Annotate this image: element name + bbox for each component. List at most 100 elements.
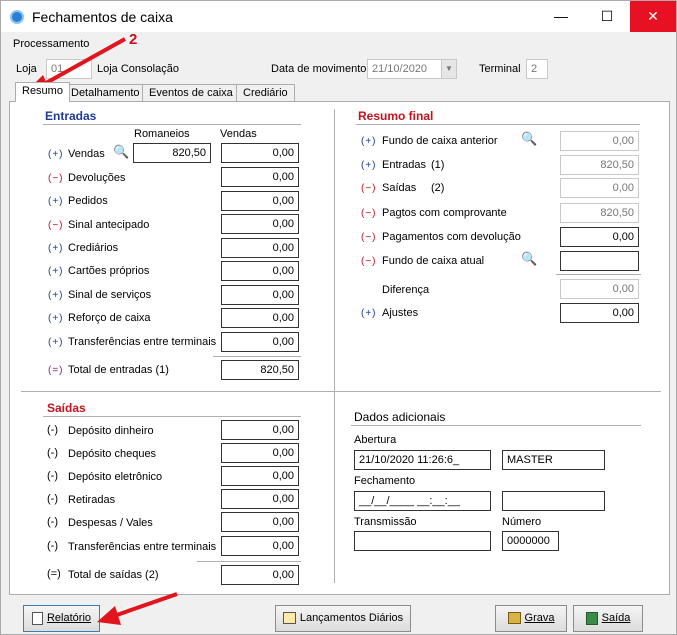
window-title: Fechamentos de caixa (32, 9, 173, 25)
saidas-field[interactable]: 0,00 (560, 178, 639, 198)
chevron-down-icon[interactable]: ▼ (441, 60, 456, 78)
diferenca-field[interactable]: 0,00 (560, 279, 639, 299)
transferencias-saida-field[interactable]: 0,00 (221, 536, 299, 556)
despesas-field[interactable]: 0,00 (221, 512, 299, 532)
label-crediarios: Crediários (68, 242, 119, 254)
lancamentos-label: Lançamentos Diários (299, 612, 404, 624)
sign-deposito-dinheiro: (-) (47, 424, 58, 436)
label-retiradas: Retiradas (68, 494, 116, 506)
total-entradas-field[interactable]: 820,50 (221, 360, 299, 380)
vendas-romaneios-field[interactable]: 820,50 (133, 143, 211, 163)
label-deposito-dinheiro: Depósito dinheiro (68, 425, 154, 437)
sinal-servicos-field[interactable]: 0,00 (221, 285, 299, 305)
dados-underline (351, 425, 641, 426)
grava-button[interactable]: Grava (495, 605, 567, 632)
tag-entradas: (1) (431, 159, 445, 171)
transmissao-field[interactable] (354, 531, 491, 551)
label-pagtos-comprovante: Pagtos com comprovante (382, 207, 507, 219)
magnifier-icon[interactable]: 🔍 (113, 144, 129, 160)
relatorio-button[interactable]: Relatório (23, 605, 100, 632)
retiradas-field[interactable]: 0,00 (221, 489, 299, 509)
label-ajustes: Ajustes (382, 307, 419, 319)
sign-pagamentos-devolucao: (−) (361, 232, 377, 243)
saidas-sum-line (197, 561, 301, 562)
label-transferencias-entrada: Transferências entre terminais (68, 336, 217, 348)
label-despesas: Despesas / Vales (68, 517, 153, 529)
entradas-title: Entradas (45, 109, 97, 123)
cartoes-field[interactable]: 0,00 (221, 261, 299, 281)
label-pedidos: Pedidos (68, 195, 108, 207)
entradas-field[interactable]: 820,50 (560, 155, 639, 175)
label-reforco: Reforço de caixa (68, 312, 151, 324)
sign-transferencias-entrada: (+) (48, 337, 64, 348)
entradas-sum-line (213, 356, 301, 357)
sinal-antecipado-field[interactable]: 0,00 (221, 214, 299, 234)
crediarios-field[interactable]: 0,00 (221, 238, 299, 258)
devolucoes-field[interactable]: 0,00 (221, 167, 299, 187)
window: Fechamentos de caixa — ☐ ✕ Processamento… (0, 0, 677, 635)
save-icon (507, 612, 521, 625)
fechamento-user-field[interactable] (502, 491, 605, 511)
label-pagamentos-devolucao: Pagamentos com devolução (382, 231, 521, 243)
fundo-anterior-field[interactable]: 0,00 (560, 131, 639, 151)
deposito-cheques-field[interactable]: 0,00 (221, 443, 299, 463)
transmissao-label: Transmissão (354, 516, 417, 528)
saida-label: Saída (601, 612, 631, 624)
relatorio-label: Relatório (46, 612, 92, 624)
reforco-field[interactable]: 0,00 (221, 308, 299, 328)
label-total-saidas: Total de saídas (2) (68, 569, 159, 581)
vendas-field[interactable]: 0,00 (221, 143, 299, 163)
dados-adicionais-title: Dados adicionais (354, 410, 446, 424)
resumo-underline (356, 124, 640, 125)
pagamentos-devolucao-field[interactable]: 0,00 (560, 227, 639, 247)
abertura-field[interactable]: 21/10/2020 11:26:6_ (354, 450, 491, 470)
lancamentos-diarios-button[interactable]: Lançamentos Diários (275, 605, 411, 632)
sign-vendas: (+) (48, 149, 64, 160)
fechamento-field[interactable]: __/__/____ __:__:__ (354, 491, 491, 511)
label-cartoes: Cartões próprios (68, 265, 150, 277)
maximize-button[interactable]: ☐ (584, 1, 630, 32)
resumo-sum-line (556, 274, 641, 275)
transferencias-entrada-field[interactable]: 0,00 (221, 332, 299, 352)
minimize-button[interactable]: — (538, 1, 584, 32)
abertura-label: Abertura (354, 434, 397, 446)
label-total-entradas: Total de entradas (1) (68, 364, 169, 376)
magnifier-icon[interactable]: 🔍 (521, 251, 537, 267)
sign-transferencias-saida: (-) (47, 540, 58, 552)
label-sinal-antecipado: Sinal antecipado (68, 219, 150, 231)
magnifier-icon[interactable]: 🔍 (521, 131, 537, 147)
numero-label: Número (502, 516, 542, 528)
col-vendas: Vendas (220, 128, 257, 140)
abertura-user-field[interactable]: MASTER (502, 450, 605, 470)
sign-fundo-atual: (−) (361, 256, 377, 267)
label-sinal-servicos: Sinal de serviços (68, 289, 152, 301)
pedidos-field[interactable]: 0,00 (221, 191, 299, 211)
numero-field[interactable]: 0000000 (502, 531, 559, 551)
label-transferencias-saida: Transferências entre terminais (68, 541, 217, 553)
deposito-eletronico-field[interactable]: 0,00 (221, 466, 299, 486)
pagtos-comprovante-field[interactable]: 820,50 (560, 203, 639, 223)
grava-label: Grava (524, 612, 555, 624)
sign-deposito-cheques: (-) (47, 447, 58, 459)
label-deposito-eletronico: Depósito eletrônico (68, 471, 163, 483)
label-fundo-atual: Fundo de caixa atual (382, 255, 485, 267)
deposito-dinheiro-field[interactable]: 0,00 (221, 420, 299, 440)
tab-resumo[interactable]: Resumo (15, 82, 70, 102)
terminal-field[interactable]: 2 (526, 59, 548, 79)
close-button[interactable]: ✕ (630, 1, 676, 32)
tab-eventos-caixa[interactable]: Eventos de caixa (142, 84, 240, 102)
saida-button[interactable]: Saída (573, 605, 643, 632)
total-saidas-field[interactable]: 0,00 (221, 565, 299, 585)
label-devolucoes: Devoluções (68, 172, 126, 184)
exit-icon (585, 611, 598, 625)
tab-crediario[interactable]: Crediário (236, 84, 295, 102)
sign-cartoes: (+) (48, 266, 64, 277)
app-icon (10, 10, 24, 24)
vertical-divider (334, 109, 335, 583)
tag-saidas: (2) (431, 182, 445, 194)
col-romaneios: Romaneios (134, 128, 190, 140)
ajustes-field[interactable]: 0,00 (560, 303, 639, 323)
saidas-underline (43, 416, 301, 417)
fundo-atual-field[interactable] (560, 251, 639, 271)
resumo-final-title: Resumo final (358, 109, 434, 123)
